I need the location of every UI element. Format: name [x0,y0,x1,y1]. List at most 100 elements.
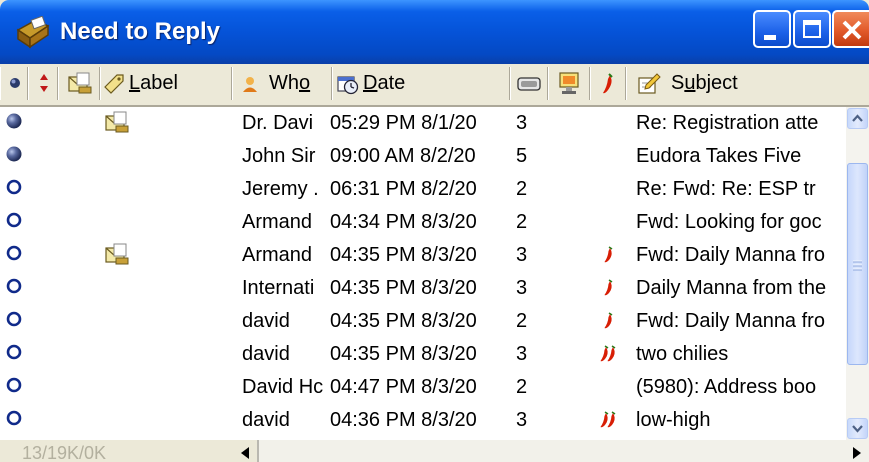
message-size: 3 [516,409,528,431]
message-size: 3 [516,112,528,134]
message-date: 04:35 PM 8/3/20 [330,343,477,365]
chili-icon [604,312,613,329]
message-subject: low-high [636,409,711,431]
minimize-button[interactable] [753,10,791,48]
message-date: 04:34 PM 8/3/20 [330,211,477,233]
message-status[interactable] [3,338,31,371]
column-header: Label Who Date Subject [0,64,846,107]
scroll-left-icon[interactable] [229,440,259,462]
message-sender: david [242,343,290,365]
message-size: 3 [516,343,528,365]
message-size: 2 [516,211,528,233]
unread-status-icon [6,410,22,426]
message-status[interactable] [3,107,31,140]
message-sender: david [242,409,290,431]
minimize-icon [764,35,776,40]
message-date: 09:00 AM 8/2/20 [330,145,476,167]
message-row[interactable]: Armand 04:34 PM 8/3/20 2 Fwd: Looking for g… [0,206,846,239]
message-attachment [104,239,134,272]
message-status[interactable] [3,305,31,338]
message-subject: Eudora Takes Five [636,145,802,167]
maximize-button[interactable] [793,10,831,48]
message-row[interactable]: Armand 04:35 PM 8/3/20 3 Fwd: Daily Manna f… [0,239,846,272]
message-subject: Fwd: Daily Manna fro [636,310,825,332]
unread-status-icon [6,179,22,195]
message-attachment [104,305,134,338]
message-date: 05:29 PM 8/1/20 [330,112,477,134]
read-status-icon [6,113,22,129]
message-size: 3 [516,277,528,299]
scroll-down-button[interactable] [847,418,868,439]
clock-icon [337,76,359,95]
message-status[interactable] [3,404,31,437]
column-status[interactable] [0,67,28,100]
message-attachment [104,140,134,173]
message-row[interactable]: David Hc 04:47 PM 8/3/20 2 (5980): Address … [0,371,846,404]
column-subject[interactable]: Subject [626,67,846,100]
message-date: 06:31 PM 8/2/20 [330,178,477,200]
window-title: Need to Reply [60,18,221,45]
message-row[interactable]: Jeremy . 06:31 PM 8/2/20 2 Re: Fwd: Re: ESP… [0,173,846,206]
message-list[interactable]: Dr. Davi 05:29 PM 8/1/20 3 Re: Registration… [0,107,846,440]
message-subject: Fwd: Daily Manna fro [636,244,825,266]
message-status[interactable] [3,206,31,239]
column-server[interactable] [548,67,590,100]
message-sender: Armand [242,244,313,266]
mailbox-size-status: 13/19K/0K [22,443,107,462]
message-attachment [104,338,134,371]
message-row[interactable]: John Sir 09:00 AM 8/2/20 5 Eudora Takes Fiv… [0,140,846,173]
message-mood [598,305,626,338]
vertical-scroll-thumb[interactable] [847,163,868,365]
vertical-scrollbar[interactable] [846,107,869,440]
scroll-right-icon[interactable] [845,440,869,462]
column-date[interactable]: Date [332,67,510,100]
horizontal-scrollbar[interactable] [229,440,869,462]
message-subject: Re: Registration atte [636,112,819,134]
mailbox-icon [16,16,50,49]
message-mood [598,140,626,173]
grip-icon [853,260,862,271]
message-status[interactable] [3,272,31,305]
column-attachment[interactable] [58,67,100,100]
message-sender: Armand [242,211,313,233]
column-who[interactable]: Who [232,67,332,100]
chevron-up-icon [852,114,863,122]
message-sender: Dr. Davi [242,112,314,134]
message-row[interactable]: david 04:36 PM 8/3/20 3 low-high [0,404,846,437]
message-row[interactable]: Dr. Davi 05:29 PM 8/1/20 3 Re: Registration… [0,107,846,140]
unread-status-icon [6,212,22,228]
message-date: 04:36 PM 8/3/20 [330,409,477,431]
message-subject: Fwd: Looking for goc [636,211,822,233]
message-row[interactable]: david 04:35 PM 8/3/20 3 two chilies [0,338,846,371]
message-date: 04:35 PM 8/3/20 [330,244,477,266]
status-bar: 13/19K/0K [0,440,869,462]
message-sender: david [242,310,290,332]
pencil-icon [638,73,661,94]
title-bar[interactable]: Need to Reply [0,0,869,64]
message-row[interactable]: Internati 04:35 PM 8/3/20 3 Daily Manna fro… [0,272,846,305]
message-attachment [104,272,134,305]
message-attachment [104,173,134,206]
message-row[interactable]: david 04:35 PM 8/3/20 2 Fwd: Daily Manna fr… [0,305,846,338]
message-status[interactable] [3,239,31,272]
column-priority[interactable] [28,67,58,100]
disk-icon [517,77,541,91]
mailbox-window: Need to Reply Label Who Date Subject Dr.… [0,0,869,462]
chili-icon [604,279,613,296]
close-button[interactable] [832,10,869,48]
chili-icon [603,73,613,94]
message-status[interactable] [3,173,31,206]
column-mood[interactable] [590,67,626,100]
message-status[interactable] [3,371,31,404]
message-sender: Internati [242,277,315,299]
column-label[interactable]: Label [100,67,232,100]
chili-icon [604,246,613,263]
message-status[interactable] [3,140,31,173]
column-size[interactable] [510,67,548,100]
scroll-up-button[interactable] [847,108,868,129]
message-mood [598,239,626,272]
message-mood [598,173,626,206]
message-date: 04:47 PM 8/3/20 [330,376,477,398]
chevron-down-icon [852,425,863,433]
person-icon [243,77,257,92]
